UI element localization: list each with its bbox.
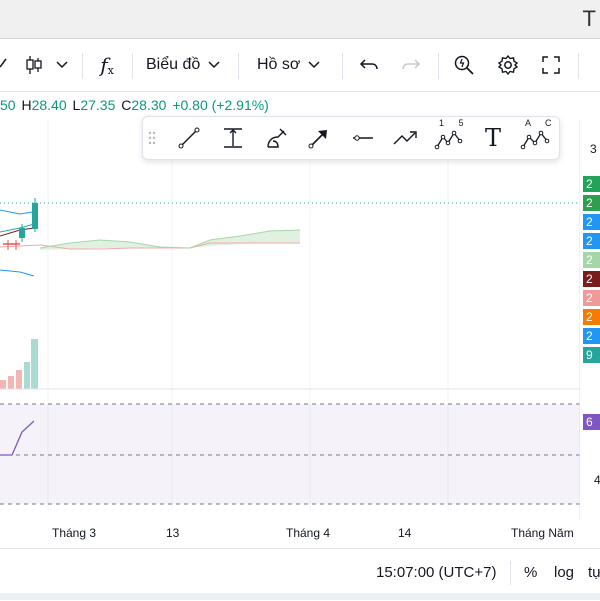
- auto-scale-toggle[interactable]: tự: [588, 564, 600, 581]
- indicators-fx-icon[interactable]: fx: [94, 49, 120, 81]
- elliott-wave-tool-icon[interactable]: 1 5: [433, 118, 465, 154]
- price-tag: 2: [583, 290, 600, 306]
- candlestick-series: [3, 198, 38, 250]
- abc-tool-label: A C: [525, 118, 558, 128]
- bottom-scroll-strip: [0, 593, 600, 600]
- price-chart[interactable]: [0, 120, 580, 520]
- abcd-pattern-tool-icon[interactable]: A C: [519, 118, 552, 154]
- chart-toolbar: fx Biểu đồ Hồ sơ: [0, 39, 600, 92]
- timezone-clock[interactable]: 15:07:00 (UTC+7): [376, 564, 496, 581]
- price-tag: 2: [583, 271, 600, 287]
- open-value: 50: [0, 97, 16, 113]
- window-title-bar: T: [0, 0, 600, 39]
- path-tool-icon[interactable]: [389, 122, 421, 154]
- time-axis-label: 14: [398, 526, 412, 540]
- price-axis-top-tick: 3: [590, 142, 597, 156]
- chevron-down-icon[interactable]: [52, 49, 72, 81]
- toolbar-divider: [82, 53, 83, 79]
- status-divider: [510, 561, 511, 585]
- toolbar-divider: [132, 53, 133, 79]
- volume-bars: [0, 339, 38, 389]
- price-tag: 2: [583, 214, 600, 230]
- fullscreen-icon[interactable]: [538, 49, 564, 81]
- chevron-down-icon: [308, 61, 320, 69]
- chevron-down-icon: [208, 61, 220, 69]
- price-tag: 9: [583, 347, 600, 363]
- price-tag: 2: [583, 176, 600, 192]
- ma-line: [0, 227, 35, 237]
- text-tool-glyph: T: [484, 124, 501, 152]
- brush-tool-icon[interactable]: [261, 122, 293, 154]
- percent-scale-toggle[interactable]: %: [524, 564, 537, 581]
- low-value: 27.35: [80, 97, 116, 113]
- rsi-axis-tick: 4: [594, 473, 600, 487]
- text-tool-icon[interactable]: T: [477, 122, 509, 154]
- upper-band-line: [0, 209, 33, 215]
- high-label: H: [21, 97, 32, 113]
- time-axis-label: Tháng 4: [286, 526, 331, 540]
- fib-tool-label: 1 5: [439, 118, 470, 128]
- trend-line-tool-icon[interactable]: [173, 122, 205, 154]
- toolbar-divider: [342, 53, 343, 79]
- drawing-toolbar: 1 5 T A C: [142, 116, 560, 160]
- time-axis-label: Tháng 3: [52, 526, 97, 540]
- candlestick-icon[interactable]: [22, 49, 46, 81]
- time-axis[interactable]: Tháng 3 13 Tháng 4 14 Tháng Năm: [0, 518, 580, 546]
- high-value: 28.40: [31, 97, 67, 113]
- log-scale-toggle[interactable]: log: [554, 564, 574, 581]
- price-range-tool-icon[interactable]: [217, 122, 249, 154]
- drag-handle[interactable]: [145, 122, 159, 154]
- lower-band-line: [0, 269, 35, 277]
- toolbar-divider: [238, 53, 239, 79]
- change-value: +0.80 (+2.91%): [172, 97, 269, 113]
- price-tag: 2: [583, 309, 600, 325]
- window-title-fragment: T: [582, 6, 596, 31]
- price-tag: 2: [583, 233, 600, 249]
- undo-icon[interactable]: [356, 49, 382, 81]
- toolbar-divider: [578, 53, 579, 79]
- close-value: 28.30: [131, 97, 167, 113]
- profile-menu-label: Hồ sơ: [257, 56, 301, 73]
- chart-layout-menu-button[interactable]: Biểu đồ: [146, 49, 228, 81]
- arrow-tool-icon[interactable]: [303, 122, 335, 154]
- price-tag: 2: [583, 328, 600, 344]
- settings-gear-icon[interactable]: [494, 49, 522, 81]
- checkmark-icon[interactable]: [0, 49, 14, 81]
- toolbar-divider: [438, 53, 439, 79]
- close-label: C: [121, 97, 132, 113]
- chart-layout-menu-label: Biểu đồ: [146, 56, 201, 73]
- profile-menu-button[interactable]: Hồ sơ: [257, 49, 329, 81]
- price-tag: 2: [583, 195, 600, 211]
- horizontal-ray-tool-icon[interactable]: [347, 122, 379, 154]
- price-tag: 2: [583, 252, 600, 268]
- quick-search-icon[interactable]: [451, 49, 477, 81]
- time-axis-label: 13: [166, 526, 180, 540]
- rsi-value-tag: 6: [583, 414, 600, 430]
- redo-icon[interactable]: [398, 49, 424, 81]
- time-axis-label: Tháng Năm: [511, 526, 574, 540]
- rsi-band-background: [0, 404, 580, 504]
